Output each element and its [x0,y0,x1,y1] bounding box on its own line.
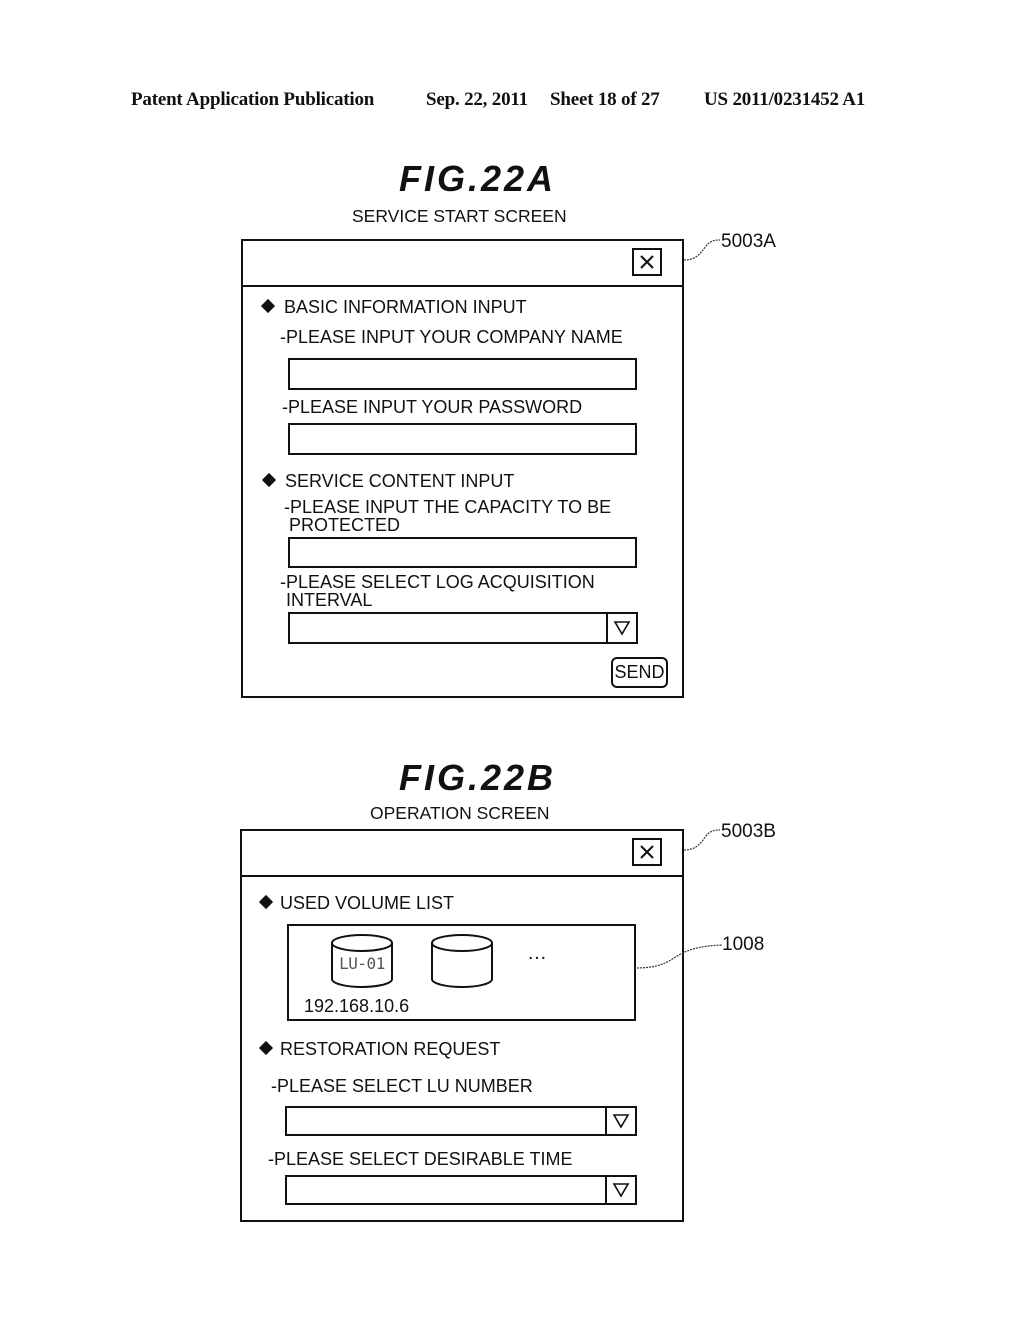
volume-label: LU-01 [339,954,385,973]
title-bar [243,241,682,285]
used-volume-list-heading-text: USED VOLUME LIST [280,893,455,913]
lu-number-dropdown-button[interactable] [605,1106,637,1136]
desirable-time-select[interactable] [285,1175,637,1205]
basic-information-heading-text: BASIC INFORMATION INPUT [284,297,527,317]
capacity-input[interactable] [288,537,637,568]
title-bar [242,831,682,875]
service-content-heading: SERVICE CONTENT INPUT [261,471,515,491]
password-input[interactable] [288,423,637,455]
service-content-heading-text: SERVICE CONTENT INPUT [285,471,515,491]
restoration-request-heading: RESTORATION REQUEST [258,1039,501,1059]
figure-title-b: FIG.22B [399,757,557,798]
log-interval-dropdown-button[interactable] [606,612,638,644]
leader-line-1008 [633,944,723,969]
used-volume-list-panel: LU-01 … 192.168.10.6 [287,924,636,1021]
triangle-down-icon [613,621,631,636]
basic-information-heading: BASIC INFORMATION INPUT [260,297,527,317]
interval-label-line2: INTERVAL [286,590,373,610]
leader-line-5003b [683,829,721,851]
volume-address: 192.168.10.6 [304,996,410,1016]
lu-number-label: -PLEASE SELECT LU NUMBER [271,1076,533,1096]
diamond-bullet-icon [258,1040,274,1056]
restoration-request-heading-text: RESTORATION REQUEST [280,1039,501,1059]
close-icon [640,845,654,859]
reference-label-5003b: 5003B [721,821,776,842]
title-bar-divider [242,875,682,877]
patent-number: US 2011/0231452 A1 [704,89,866,110]
company-name-label: -PLEASE INPUT YOUR COMPANY NAME [280,327,623,347]
log-interval-select[interactable] [288,612,638,644]
close-button[interactable] [632,248,662,276]
operation-window: USED VOLUME LIST LU-01 … 192.168.10.6 RE… [240,829,684,1222]
publication-title: Patent Application Publication [131,89,375,110]
used-volume-list-heading: USED VOLUME LIST [258,893,455,913]
capacity-label-line2: PROTECTED [289,515,401,535]
desirable-time-dropdown-button[interactable] [605,1175,637,1205]
triangle-down-icon [612,1114,630,1129]
diamond-bullet-icon [258,894,274,910]
volume-item[interactable]: LU-01 [329,933,395,989]
desirable-time-label: -PLEASE SELECT DESIRABLE TIME [268,1149,573,1169]
figure-title-a: FIG.22A [399,158,557,199]
leader-line-5003a [683,239,721,261]
disk-cylinder-icon [431,934,493,988]
close-icon [640,255,654,269]
lu-number-select[interactable] [285,1106,637,1136]
company-name-input[interactable] [288,358,637,390]
publication-date: Sep. 22, 2011 [426,89,528,110]
password-label: -PLEASE INPUT YOUR PASSWORD [282,397,583,417]
close-button[interactable] [632,838,662,866]
figure-caption-b: OPERATION SCREEN [370,803,550,823]
diamond-bullet-icon [261,472,277,488]
service-start-window: BASIC INFORMATION INPUT -PLEASE INPUT YO… [241,239,684,698]
reference-label-5003a: 5003A [721,231,776,252]
sheet-number: Sheet 18 of 27 [550,89,660,110]
send-button[interactable]: SEND [611,657,668,688]
more-volumes-ellipsis: … [527,942,549,964]
reference-label-1008: 1008 [722,934,765,955]
triangle-down-icon [612,1183,630,1198]
diamond-bullet-icon [260,298,276,314]
figure-caption-a: SERVICE START SCREEN [352,206,567,226]
volume-item[interactable] [429,933,495,989]
title-bar-divider [243,285,682,287]
